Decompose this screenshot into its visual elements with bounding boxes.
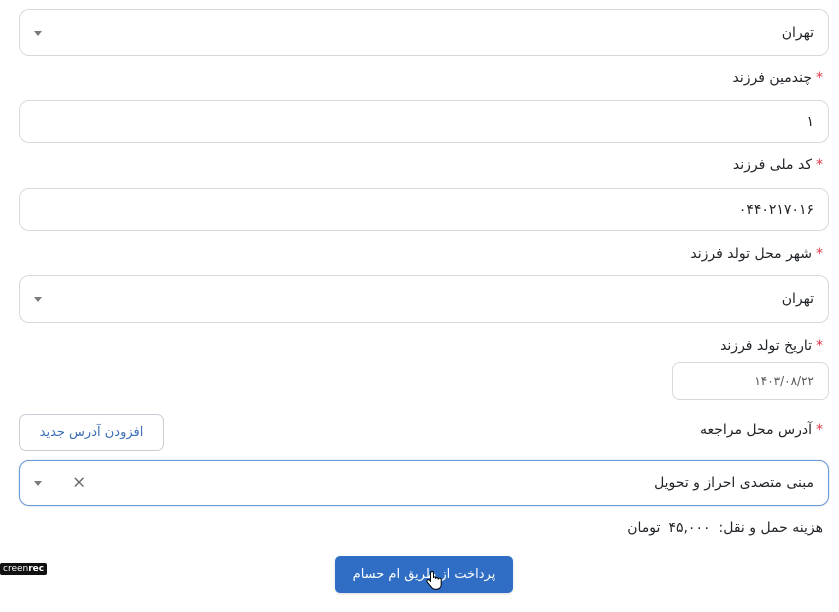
province-select[interactable]: تهران: [19, 9, 829, 56]
required-mark: *: [816, 70, 823, 86]
child-order-value: ۱: [806, 113, 814, 130]
child-birth-date-value: ۱۴۰۳/۰۸/۲۲: [754, 374, 814, 388]
hand-cursor-icon: [426, 570, 442, 590]
required-mark: *: [816, 422, 823, 438]
applicant-address-value: مبنی متصدی احراز و تحویل: [654, 475, 814, 491]
child-birth-date-label: *تاریخ تولد فرزند: [720, 338, 823, 354]
child-order-label-text: چندمین فرزند: [732, 70, 812, 86]
clear-icon[interactable]: ×: [72, 474, 86, 492]
shipping-cost-amount: ۴۵,۰۰۰: [668, 520, 711, 536]
applicant-address-label-text: آدرس محل مراجعه: [699, 422, 812, 438]
required-mark: *: [816, 157, 823, 173]
child-birth-date-input[interactable]: ۱۴۰۳/۰۸/۲۲: [672, 362, 829, 400]
applicant-address-select[interactable]: مبنی متصدی احراز و تحویل ×: [19, 460, 829, 506]
province-select-value: تهران: [781, 24, 814, 41]
child-birth-city-label: *شهر محل تولد فرزند: [690, 246, 823, 262]
child-order-label: *چندمین فرزند: [733, 70, 823, 86]
child-national-code-label: *کد ملی فرزند: [733, 157, 823, 173]
chevron-down-icon: [34, 297, 42, 302]
watermark-suffix: rec: [28, 564, 45, 574]
child-order-input[interactable]: ۱: [19, 100, 829, 143]
child-national-code-value: ۰۴۴۰۲۱۷۰۱۶: [738, 201, 814, 218]
watermark-prefix: creen: [3, 564, 29, 574]
child-birth-city-value: تهران: [781, 291, 814, 307]
add-new-address-button[interactable]: افزودن آدرس جدید: [19, 414, 164, 451]
child-birth-date-label-text: تاریخ تولد فرزند: [720, 338, 812, 354]
screenrec-watermark: creenrec: [0, 563, 48, 575]
chevron-down-icon: [34, 30, 42, 36]
required-mark: *: [816, 338, 823, 354]
shipping-cost: هزینه حمل و نقل: ۴۵,۰۰۰ تومان: [627, 520, 823, 536]
applicant-address-label: *آدرس محل مراجعه: [700, 422, 823, 438]
pay-button[interactable]: پرداخت از طریق ام حسام: [335, 556, 513, 593]
child-national-code-input[interactable]: ۰۴۴۰۲۱۷۰۱۶: [19, 188, 829, 231]
required-mark: *: [816, 246, 823, 262]
child-birth-city-select[interactable]: تهران: [19, 275, 829, 323]
shipping-cost-currency: تومان: [627, 520, 661, 536]
shipping-cost-label: هزینه حمل و نقل:: [718, 520, 824, 536]
child-birth-city-label-text: شهر محل تولد فرزند: [690, 246, 812, 262]
chevron-down-icon[interactable]: [34, 481, 42, 486]
child-national-code-label-text: کد ملی فرزند: [732, 157, 812, 173]
